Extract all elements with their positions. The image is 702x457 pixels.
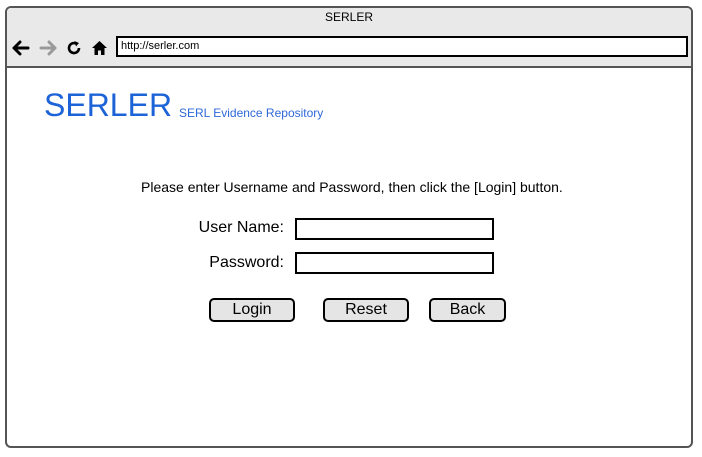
forward-arrow-icon[interactable] — [37, 37, 59, 59]
back-arrow-icon[interactable] — [10, 37, 32, 59]
username-input[interactable] — [295, 218, 494, 240]
home-icon[interactable] — [88, 37, 110, 59]
tagline: SERL Evidence Repository — [179, 106, 324, 120]
password-label: Password: — [209, 254, 284, 271]
back-button[interactable]: Back — [429, 298, 506, 322]
window-title: SERLER — [324, 10, 374, 24]
password-input[interactable] — [295, 252, 494, 274]
browser-titlebar: SERLER http://serler.com — [7, 8, 691, 68]
reset-button[interactable]: Reset — [323, 298, 409, 322]
serler-logo: SERLER — [44, 87, 173, 123]
address-bar[interactable]: http://serler.com — [116, 36, 688, 57]
username-label: User Name: — [198, 219, 284, 236]
login-instruction: Please enter Username and Password, then… — [141, 179, 563, 195]
login-button[interactable]: Login — [209, 298, 295, 322]
browser-window: SERLER http://serler.com SERLER SERL Evi… — [5, 6, 693, 448]
reload-icon[interactable] — [63, 37, 85, 59]
